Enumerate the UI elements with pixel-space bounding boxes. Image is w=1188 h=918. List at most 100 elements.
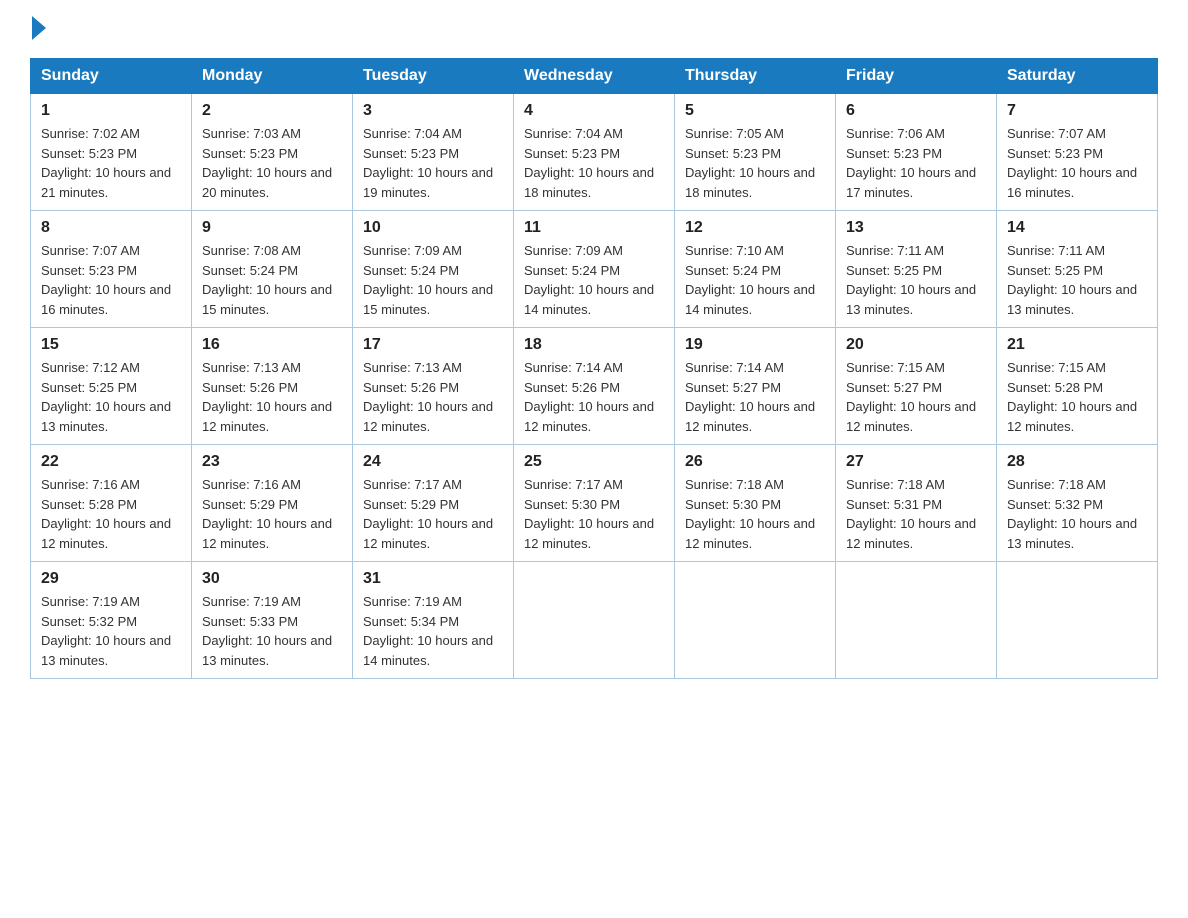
day-number: 24 [363,453,503,471]
day-info: Sunrise: 7:03 AMSunset: 5:23 PMDaylight:… [202,126,332,200]
calendar-cell: 10 Sunrise: 7:09 AMSunset: 5:24 PMDaylig… [353,211,514,328]
calendar-cell: 12 Sunrise: 7:10 AMSunset: 5:24 PMDaylig… [675,211,836,328]
day-info: Sunrise: 7:07 AMSunset: 5:23 PMDaylight:… [1007,126,1137,200]
calendar-cell: 4 Sunrise: 7:04 AMSunset: 5:23 PMDayligh… [514,94,675,211]
day-number: 12 [685,219,825,237]
day-info: Sunrise: 7:16 AMSunset: 5:29 PMDaylight:… [202,477,332,551]
day-info: Sunrise: 7:12 AMSunset: 5:25 PMDaylight:… [41,360,171,434]
calendar-cell: 2 Sunrise: 7:03 AMSunset: 5:23 PMDayligh… [192,94,353,211]
day-info: Sunrise: 7:19 AMSunset: 5:33 PMDaylight:… [202,594,332,668]
weekday-header-sunday: Sunday [31,59,192,94]
day-number: 3 [363,102,503,120]
page-header [30,20,1158,40]
day-number: 26 [685,453,825,471]
calendar-cell: 27 Sunrise: 7:18 AMSunset: 5:31 PMDaylig… [836,445,997,562]
day-info: Sunrise: 7:07 AMSunset: 5:23 PMDaylight:… [41,243,171,317]
calendar-cell: 21 Sunrise: 7:15 AMSunset: 5:28 PMDaylig… [997,328,1158,445]
day-number: 20 [846,336,986,354]
calendar-cell [675,562,836,679]
calendar-cell: 23 Sunrise: 7:16 AMSunset: 5:29 PMDaylig… [192,445,353,562]
day-info: Sunrise: 7:09 AMSunset: 5:24 PMDaylight:… [363,243,493,317]
day-info: Sunrise: 7:15 AMSunset: 5:28 PMDaylight:… [1007,360,1137,434]
calendar-cell [997,562,1158,679]
day-info: Sunrise: 7:10 AMSunset: 5:24 PMDaylight:… [685,243,815,317]
day-info: Sunrise: 7:06 AMSunset: 5:23 PMDaylight:… [846,126,976,200]
calendar-cell: 20 Sunrise: 7:15 AMSunset: 5:27 PMDaylig… [836,328,997,445]
calendar-cell: 5 Sunrise: 7:05 AMSunset: 5:23 PMDayligh… [675,94,836,211]
day-number: 17 [363,336,503,354]
day-info: Sunrise: 7:14 AMSunset: 5:26 PMDaylight:… [524,360,654,434]
day-number: 21 [1007,336,1147,354]
day-info: Sunrise: 7:16 AMSunset: 5:28 PMDaylight:… [41,477,171,551]
calendar-cell: 6 Sunrise: 7:06 AMSunset: 5:23 PMDayligh… [836,94,997,211]
day-number: 30 [202,570,342,588]
weekday-header-friday: Friday [836,59,997,94]
calendar-cell: 26 Sunrise: 7:18 AMSunset: 5:30 PMDaylig… [675,445,836,562]
calendar-cell: 9 Sunrise: 7:08 AMSunset: 5:24 PMDayligh… [192,211,353,328]
calendar-cell: 29 Sunrise: 7:19 AMSunset: 5:32 PMDaylig… [31,562,192,679]
day-number: 9 [202,219,342,237]
calendar-week-1: 1 Sunrise: 7:02 AMSunset: 5:23 PMDayligh… [31,94,1158,211]
logo-arrow-icon [32,16,46,40]
day-info: Sunrise: 7:18 AMSunset: 5:32 PMDaylight:… [1007,477,1137,551]
weekday-header-tuesday: Tuesday [353,59,514,94]
day-info: Sunrise: 7:19 AMSunset: 5:32 PMDaylight:… [41,594,171,668]
day-info: Sunrise: 7:13 AMSunset: 5:26 PMDaylight:… [202,360,332,434]
logo [30,20,46,40]
day-number: 16 [202,336,342,354]
day-number: 31 [363,570,503,588]
calendar-cell [836,562,997,679]
calendar-cell: 25 Sunrise: 7:17 AMSunset: 5:30 PMDaylig… [514,445,675,562]
day-info: Sunrise: 7:09 AMSunset: 5:24 PMDaylight:… [524,243,654,317]
calendar-cell: 13 Sunrise: 7:11 AMSunset: 5:25 PMDaylig… [836,211,997,328]
day-info: Sunrise: 7:17 AMSunset: 5:29 PMDaylight:… [363,477,493,551]
day-number: 2 [202,102,342,120]
day-info: Sunrise: 7:15 AMSunset: 5:27 PMDaylight:… [846,360,976,434]
day-info: Sunrise: 7:17 AMSunset: 5:30 PMDaylight:… [524,477,654,551]
calendar-cell: 3 Sunrise: 7:04 AMSunset: 5:23 PMDayligh… [353,94,514,211]
day-number: 15 [41,336,181,354]
weekday-header-wednesday: Wednesday [514,59,675,94]
calendar-cell: 14 Sunrise: 7:11 AMSunset: 5:25 PMDaylig… [997,211,1158,328]
day-info: Sunrise: 7:19 AMSunset: 5:34 PMDaylight:… [363,594,493,668]
day-number: 13 [846,219,986,237]
day-info: Sunrise: 7:13 AMSunset: 5:26 PMDaylight:… [363,360,493,434]
calendar-table: SundayMondayTuesdayWednesdayThursdayFrid… [30,58,1158,679]
calendar-cell: 22 Sunrise: 7:16 AMSunset: 5:28 PMDaylig… [31,445,192,562]
calendar-cell: 8 Sunrise: 7:07 AMSunset: 5:23 PMDayligh… [31,211,192,328]
calendar-cell: 15 Sunrise: 7:12 AMSunset: 5:25 PMDaylig… [31,328,192,445]
day-number: 22 [41,453,181,471]
calendar-cell: 7 Sunrise: 7:07 AMSunset: 5:23 PMDayligh… [997,94,1158,211]
calendar-week-4: 22 Sunrise: 7:16 AMSunset: 5:28 PMDaylig… [31,445,1158,562]
day-info: Sunrise: 7:18 AMSunset: 5:31 PMDaylight:… [846,477,976,551]
day-info: Sunrise: 7:11 AMSunset: 5:25 PMDaylight:… [1007,243,1137,317]
day-info: Sunrise: 7:05 AMSunset: 5:23 PMDaylight:… [685,126,815,200]
calendar-cell: 1 Sunrise: 7:02 AMSunset: 5:23 PMDayligh… [31,94,192,211]
calendar-week-3: 15 Sunrise: 7:12 AMSunset: 5:25 PMDaylig… [31,328,1158,445]
weekday-header-saturday: Saturday [997,59,1158,94]
calendar-cell: 11 Sunrise: 7:09 AMSunset: 5:24 PMDaylig… [514,211,675,328]
day-info: Sunrise: 7:11 AMSunset: 5:25 PMDaylight:… [846,243,976,317]
calendar-cell: 16 Sunrise: 7:13 AMSunset: 5:26 PMDaylig… [192,328,353,445]
day-number: 18 [524,336,664,354]
calendar-week-2: 8 Sunrise: 7:07 AMSunset: 5:23 PMDayligh… [31,211,1158,328]
calendar-cell: 24 Sunrise: 7:17 AMSunset: 5:29 PMDaylig… [353,445,514,562]
day-number: 29 [41,570,181,588]
day-number: 23 [202,453,342,471]
calendar-cell: 19 Sunrise: 7:14 AMSunset: 5:27 PMDaylig… [675,328,836,445]
calendar-cell: 31 Sunrise: 7:19 AMSunset: 5:34 PMDaylig… [353,562,514,679]
day-info: Sunrise: 7:04 AMSunset: 5:23 PMDaylight:… [524,126,654,200]
day-number: 11 [524,219,664,237]
day-number: 4 [524,102,664,120]
day-number: 5 [685,102,825,120]
day-info: Sunrise: 7:02 AMSunset: 5:23 PMDaylight:… [41,126,171,200]
calendar-cell: 28 Sunrise: 7:18 AMSunset: 5:32 PMDaylig… [997,445,1158,562]
day-info: Sunrise: 7:14 AMSunset: 5:27 PMDaylight:… [685,360,815,434]
day-number: 8 [41,219,181,237]
day-number: 10 [363,219,503,237]
calendar-cell: 17 Sunrise: 7:13 AMSunset: 5:26 PMDaylig… [353,328,514,445]
day-number: 27 [846,453,986,471]
day-info: Sunrise: 7:08 AMSunset: 5:24 PMDaylight:… [202,243,332,317]
calendar-cell: 30 Sunrise: 7:19 AMSunset: 5:33 PMDaylig… [192,562,353,679]
day-number: 1 [41,102,181,120]
